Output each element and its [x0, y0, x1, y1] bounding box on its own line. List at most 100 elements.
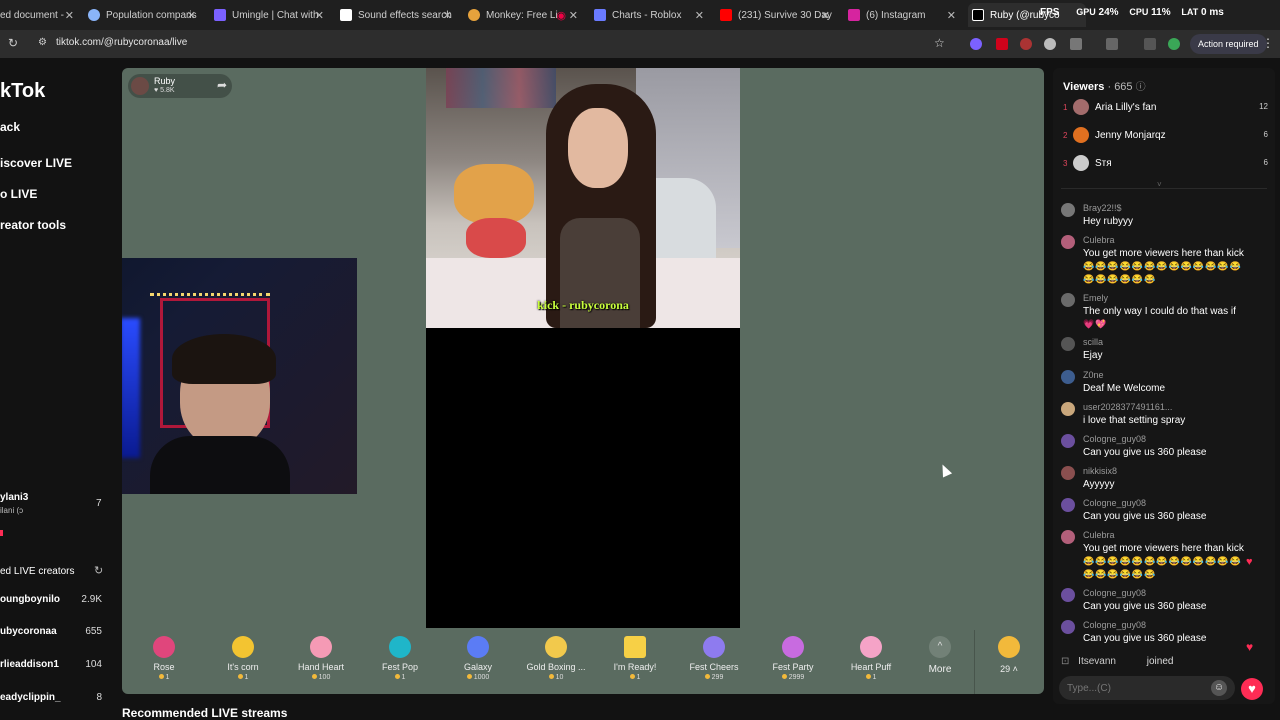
close-icon[interactable]: ✕: [315, 9, 324, 22]
extensions-puzzle-icon[interactable]: [1070, 38, 1082, 50]
recommended-creator[interactable]: eadyclippin_ 8: [0, 692, 110, 703]
rose-icon: [153, 636, 175, 658]
nav-item-go-live[interactable]: o LIVE: [0, 187, 37, 201]
chat-username[interactable]: scilla: [1083, 337, 1103, 347]
gift-price-value: 1: [244, 674, 249, 681]
tab-6[interactable]: Charts - Roblox ✕: [592, 3, 710, 27]
tiktok-logo[interactable]: kTok: [0, 80, 45, 103]
gift-heart-puff[interactable]: Heart Puff 1: [836, 636, 906, 681]
chat-username[interactable]: Bray22!!$: [1083, 203, 1122, 213]
tab-7[interactable]: (231) Survive 30 Day ✕: [718, 3, 836, 27]
recommended-creator[interactable]: ubycoronaa 655: [0, 626, 110, 637]
creator-name: rlieaddison1: [0, 659, 59, 670]
nav-item-back[interactable]: ack: [0, 120, 20, 134]
info-icon[interactable]: ⓘ: [1136, 82, 1146, 93]
avatar: [1061, 370, 1075, 384]
tab-1[interactable]: ed document - ✕: [0, 3, 80, 27]
tab-4[interactable]: Sound effects search ✕: [338, 3, 458, 27]
chat-username[interactable]: Cologne_guy08: [1083, 620, 1146, 630]
nav-item-discover-live[interactable]: iscover LIVE: [0, 156, 72, 170]
bookmark-star-icon[interactable]: ☆: [934, 36, 945, 50]
gift-rose[interactable]: Rose 1: [129, 636, 199, 681]
gift-im-ready[interactable]: I'm Ready! 1: [600, 636, 670, 681]
tab-2[interactable]: Population comparis ✕: [86, 3, 202, 27]
extension-icon[interactable]: [1020, 38, 1032, 50]
nav-item-creator-tools[interactable]: reator tools: [0, 218, 66, 232]
tab-8[interactable]: (6) Instagram ✕: [846, 3, 962, 27]
gift-fest-party[interactable]: Fest Party 2999: [758, 636, 828, 681]
person-hair: [172, 334, 276, 384]
live-stream-stage: Ruby ♥ 5.8K ➦ kick - rubycorona Rose 1 I…: [122, 68, 1044, 694]
chat-text: You get more viewers here than kick: [1083, 248, 1244, 259]
close-icon[interactable]: ✕: [821, 9, 830, 22]
recommended-creator[interactable]: rlieaddison1 104: [0, 659, 110, 670]
tab-3[interactable]: Umingle | Chat with ✕: [212, 3, 330, 27]
avatar: [1061, 203, 1075, 217]
chat-text: You get more viewers here than kick: [1083, 543, 1244, 554]
browser-tab-bar: ed document - ✕ Population comparis ✕ Um…: [0, 0, 1280, 30]
gift-gold-boxing[interactable]: Gold Boxing ... 10: [521, 636, 591, 681]
record-extension-icon[interactable]: [996, 38, 1008, 50]
more-menu-icon[interactable]: ⋮: [1262, 36, 1274, 50]
gift-galaxy[interactable]: Galaxy 1000: [443, 636, 513, 681]
coin-balance-button[interactable]: 29 ˄: [974, 636, 1044, 674]
chat-text-block: The only way I could do that was if 💗💖: [1083, 305, 1253, 331]
share-icon[interactable]: ➦: [212, 78, 232, 94]
profile-avatar-icon[interactable]: [1168, 38, 1180, 50]
action-required-button[interactable]: Action required: [1190, 34, 1267, 54]
gift-its-corn[interactable]: It's corn 1: [208, 636, 278, 681]
chat-username[interactable]: user2028377491161...: [1083, 402, 1172, 412]
recommended-creator[interactable]: oungboynilo 2.9K: [0, 594, 110, 605]
emoji-icon[interactable]: ☺: [1211, 680, 1227, 696]
close-icon[interactable]: ✕: [187, 9, 196, 22]
umingle-icon: [214, 9, 226, 21]
host-avatar[interactable]: [131, 77, 149, 95]
chat-username[interactable]: Cologne_guy08: [1083, 434, 1146, 444]
close-icon[interactable]: ✕: [947, 9, 956, 22]
top-viewer[interactable]: 1 Aria Lilly's fan 12: [1063, 99, 1268, 115]
top-viewer[interactable]: 2 Jenny Monjarqz 6: [1063, 127, 1268, 143]
extension-icon[interactable]: [970, 38, 982, 50]
chat-input[interactable]: [1067, 680, 1207, 696]
galaxy-icon: [467, 636, 489, 658]
reading-list-icon[interactable]: [1144, 38, 1156, 50]
chat-username[interactable]: Cologne_guy08: [1083, 498, 1146, 508]
chat-username[interactable]: Culebra: [1083, 530, 1115, 540]
chat-username[interactable]: Cologne_guy08: [1083, 588, 1146, 598]
url-field[interactable]: tiktok.com/@rubycoronaa/live: [56, 37, 187, 48]
chat-username[interactable]: Z0ne: [1083, 370, 1104, 380]
tab-5[interactable]: Monkey: Free Li ◉ ✕: [466, 3, 584, 27]
stream-video[interactable]: kick - rubycorona: [426, 68, 740, 628]
join-user[interactable]: Itsevann: [1078, 656, 1116, 667]
chat-text-block: You get more viewers here than kick 😂😂😂😂…: [1083, 247, 1253, 286]
coin-icon: [237, 674, 243, 679]
refresh-icon[interactable]: ↻: [94, 564, 103, 577]
close-icon[interactable]: ✕: [443, 9, 452, 22]
gift-fest-cheers[interactable]: Fest Cheers 299: [679, 636, 749, 681]
viewer-name: Jenny Monjarqz: [1095, 130, 1166, 141]
side-user-name[interactable]: ylani3: [0, 492, 28, 503]
close-icon[interactable]: ✕: [569, 9, 578, 22]
close-icon[interactable]: ✕: [695, 9, 704, 22]
gift-price: 10: [521, 674, 591, 681]
chat-username[interactable]: Culebra: [1083, 235, 1115, 245]
gift-price: 299: [679, 674, 749, 681]
gifts-more-button[interactable]: ^ More: [905, 636, 975, 675]
coin-icon: [781, 674, 787, 679]
site-settings-icon[interactable]: ⚙: [38, 37, 47, 48]
chat-emojis: 💗💖: [1083, 319, 1108, 329]
sidebar-icon[interactable]: [1106, 38, 1118, 50]
gift-price: 100: [286, 674, 356, 681]
viewers-header[interactable]: Viewers · 665 ⓘ: [1063, 78, 1146, 93]
gpu-value: 24%: [1098, 7, 1119, 18]
reload-icon[interactable]: ↻: [8, 36, 18, 50]
gift-hand-heart[interactable]: Hand Heart 100: [286, 636, 356, 681]
chat-username[interactable]: Emely: [1083, 293, 1108, 303]
extension-icon[interactable]: [1044, 38, 1056, 50]
gift-fest-pop[interactable]: Fest Pop 1: [365, 636, 435, 681]
chat-username[interactable]: nikkisix8: [1083, 466, 1117, 476]
top-viewer[interactable]: 3 Sтя 6: [1063, 155, 1268, 171]
avatar: [1061, 337, 1075, 351]
close-icon[interactable]: ✕: [65, 9, 74, 22]
like-heart-button[interactable]: ♥: [1241, 678, 1263, 700]
